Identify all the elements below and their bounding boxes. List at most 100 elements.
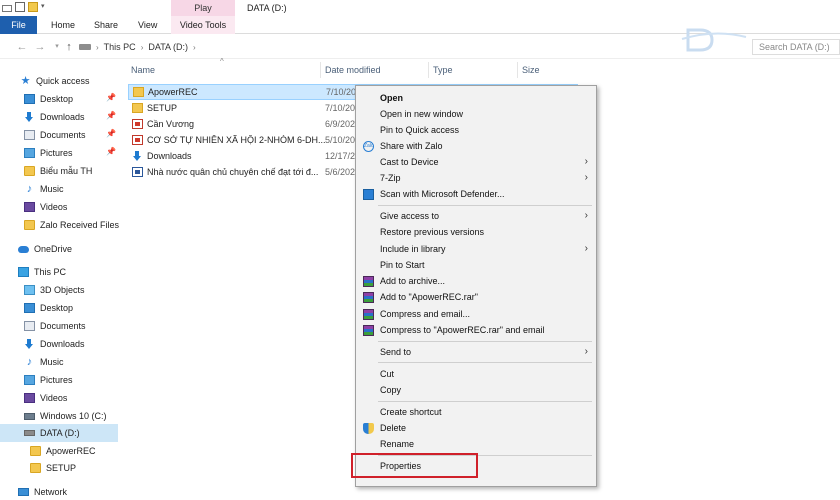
desktop-icon: [24, 94, 35, 104]
nav-pc-music[interactable]: ♪ Music: [0, 353, 118, 371]
pdf-file-icon: [132, 135, 143, 145]
nav-quick-access[interactable]: ★ Quick access: [0, 72, 118, 90]
menu-item-copy[interactable]: Copy: [356, 382, 596, 398]
tab-share[interactable]: Share: [88, 16, 124, 34]
pin-icon: 📌: [106, 93, 116, 102]
videos-icon: [24, 393, 35, 403]
menu-item-add-rar[interactable]: Add to "ApowerREC.rar": [356, 289, 596, 305]
search-input[interactable]: Search DATA (D:): [752, 39, 840, 55]
file-date: 5/10/20: [325, 135, 356, 145]
menu-item-add-archive[interactable]: Add to archive...: [356, 273, 596, 289]
download-icon: [24, 339, 35, 349]
breadcrumb-this-pc[interactable]: This PC: [104, 42, 136, 52]
nav-label: Network: [34, 487, 68, 497]
nav-data-d[interactable]: DATA (D:): [0, 424, 118, 442]
winrar-icon: [363, 325, 374, 336]
menu-item-compress-rar-email[interactable]: Compress to "ApowerREC.rar" and email: [356, 322, 596, 338]
menu-item-include-library[interactable]: Include in library ›: [356, 241, 596, 257]
nav-zalo-received-files[interactable]: Zalo Received Files: [0, 216, 120, 234]
menu-item-open-new-window[interactable]: Open in new window: [356, 106, 596, 122]
nav-documents[interactable]: Documents 📌: [0, 126, 118, 144]
column-divider[interactable]: [320, 62, 321, 78]
nav-setup[interactable]: SETUP: [0, 459, 118, 477]
menu-item-rename[interactable]: Rename: [356, 436, 596, 452]
tab-home[interactable]: Home: [45, 16, 81, 34]
folder-icon: [24, 220, 35, 230]
back-arrow-icon[interactable]: ←: [16, 40, 28, 54]
menu-item-open[interactable]: Open: [356, 90, 596, 106]
menu-item-label: Send to: [380, 347, 412, 357]
context-menu: Open Open in new window Pin to Quick acc…: [355, 85, 597, 487]
file-date: 6/9/202: [325, 119, 356, 129]
forward-arrow-icon[interactable]: →: [34, 40, 46, 54]
menu-item-compress-email[interactable]: Compress and email...: [356, 306, 596, 322]
column-header-size[interactable]: Size: [522, 62, 540, 78]
file-name: CƠ SỞ TỰ NHIÊN XÃ HỘI 2-NHÓM 6-DH...: [147, 135, 326, 145]
nav-label: Music: [40, 357, 64, 367]
star-icon: ★: [20, 75, 31, 87]
chevron-right-icon: ›: [193, 42, 196, 52]
nav-this-pc[interactable]: This PC: [0, 263, 118, 281]
menu-item-create-shortcut[interactable]: Create shortcut: [356, 404, 596, 420]
folder-qat-icon[interactable]: [28, 2, 38, 12]
menu-item-cast-to-device[interactable]: Cast to Device ›: [356, 154, 596, 170]
breadcrumb-data-d[interactable]: DATA (D:): [148, 42, 188, 52]
nav-network[interactable]: Network: [0, 483, 118, 500]
up-arrow-icon[interactable]: ↑: [63, 40, 75, 54]
nav-pc-downloads[interactable]: Downloads: [0, 335, 118, 353]
column-header-type[interactable]: Type: [433, 62, 453, 78]
column-divider[interactable]: [428, 62, 429, 78]
file-name: SETUP: [147, 103, 178, 113]
music-icon: ♪: [26, 183, 33, 195]
nav-onedrive[interactable]: OneDrive: [0, 240, 118, 258]
chevron-right-icon: ›: [584, 346, 588, 357]
pictures-icon: [24, 375, 35, 385]
column-divider[interactable]: [517, 62, 518, 78]
menu-item-restore-versions[interactable]: Restore previous versions: [356, 224, 596, 240]
menu-item-pin-quick-access[interactable]: Pin to Quick access: [356, 122, 596, 138]
nav-windows-c[interactable]: Windows 10 (C:): [0, 407, 118, 425]
nav-pc-documents[interactable]: Documents: [0, 317, 118, 335]
watermark-logo-icon: [681, 28, 747, 52]
nav-label: Zalo Received Files: [40, 220, 120, 230]
properties-highlight-box: [351, 453, 478, 478]
properties-qat-icon[interactable]: [2, 4, 12, 12]
nav-bieu-mau-th[interactable]: Biểu mẫu TH: [0, 162, 118, 180]
recent-locations-icon[interactable]: ▾: [51, 40, 63, 54]
menu-item-pin-start[interactable]: Pin to Start: [356, 257, 596, 273]
folder-icon: [24, 166, 35, 176]
tab-view[interactable]: View: [132, 16, 163, 34]
tab-file[interactable]: File: [0, 16, 37, 34]
menu-item-send-to[interactable]: Send to ›: [356, 344, 596, 360]
menu-item-give-access[interactable]: Give access to ›: [356, 208, 596, 224]
checkbox-qat-icon[interactable]: [15, 2, 25, 12]
column-header-date-modified[interactable]: Date modified: [325, 62, 381, 78]
menu-item-share-zalo[interactable]: Zalo Share with Zalo: [356, 138, 596, 154]
nav-label: Desktop: [40, 303, 74, 313]
file-date: 5/6/202: [325, 167, 356, 177]
nav-videos[interactable]: Videos: [0, 198, 118, 216]
nav-pc-desktop[interactable]: Desktop: [0, 299, 118, 317]
menu-item-scan-defender[interactable]: Scan with Microsoft Defender...: [356, 186, 596, 202]
menu-item-delete[interactable]: Delete: [356, 420, 596, 436]
nav-label: Videos: [40, 393, 68, 403]
nav-music[interactable]: ♪ Music: [0, 180, 118, 198]
column-header-name[interactable]: Name: [131, 62, 155, 78]
nav-downloads[interactable]: Downloads 📌: [0, 108, 118, 126]
chevron-right-icon: ›: [584, 156, 588, 167]
downloads-folder-icon: [132, 151, 143, 161]
qat-dropdown-icon[interactable]: ▾: [41, 2, 49, 12]
address-bar[interactable]: › This PC › DATA (D:) ›: [78, 39, 678, 55]
nav-pc-videos[interactable]: Videos: [0, 389, 118, 407]
nav-pictures[interactable]: Pictures 📌: [0, 144, 118, 162]
nav-label: Biểu mẫu TH: [40, 166, 93, 176]
tab-video-tools[interactable]: Video Tools: [171, 16, 235, 34]
nav-label: Pictures: [40, 148, 73, 158]
folder-icon: [30, 463, 41, 473]
menu-item-cut[interactable]: Cut: [356, 366, 596, 382]
nav-desktop[interactable]: Desktop 📌: [0, 90, 118, 108]
nav-apowerrec[interactable]: ApowerREC: [0, 442, 118, 460]
menu-item-7zip[interactable]: 7-Zip ›: [356, 170, 596, 186]
nav-pc-pictures[interactable]: Pictures: [0, 371, 118, 389]
nav-3d-objects[interactable]: 3D Objects: [0, 281, 118, 299]
